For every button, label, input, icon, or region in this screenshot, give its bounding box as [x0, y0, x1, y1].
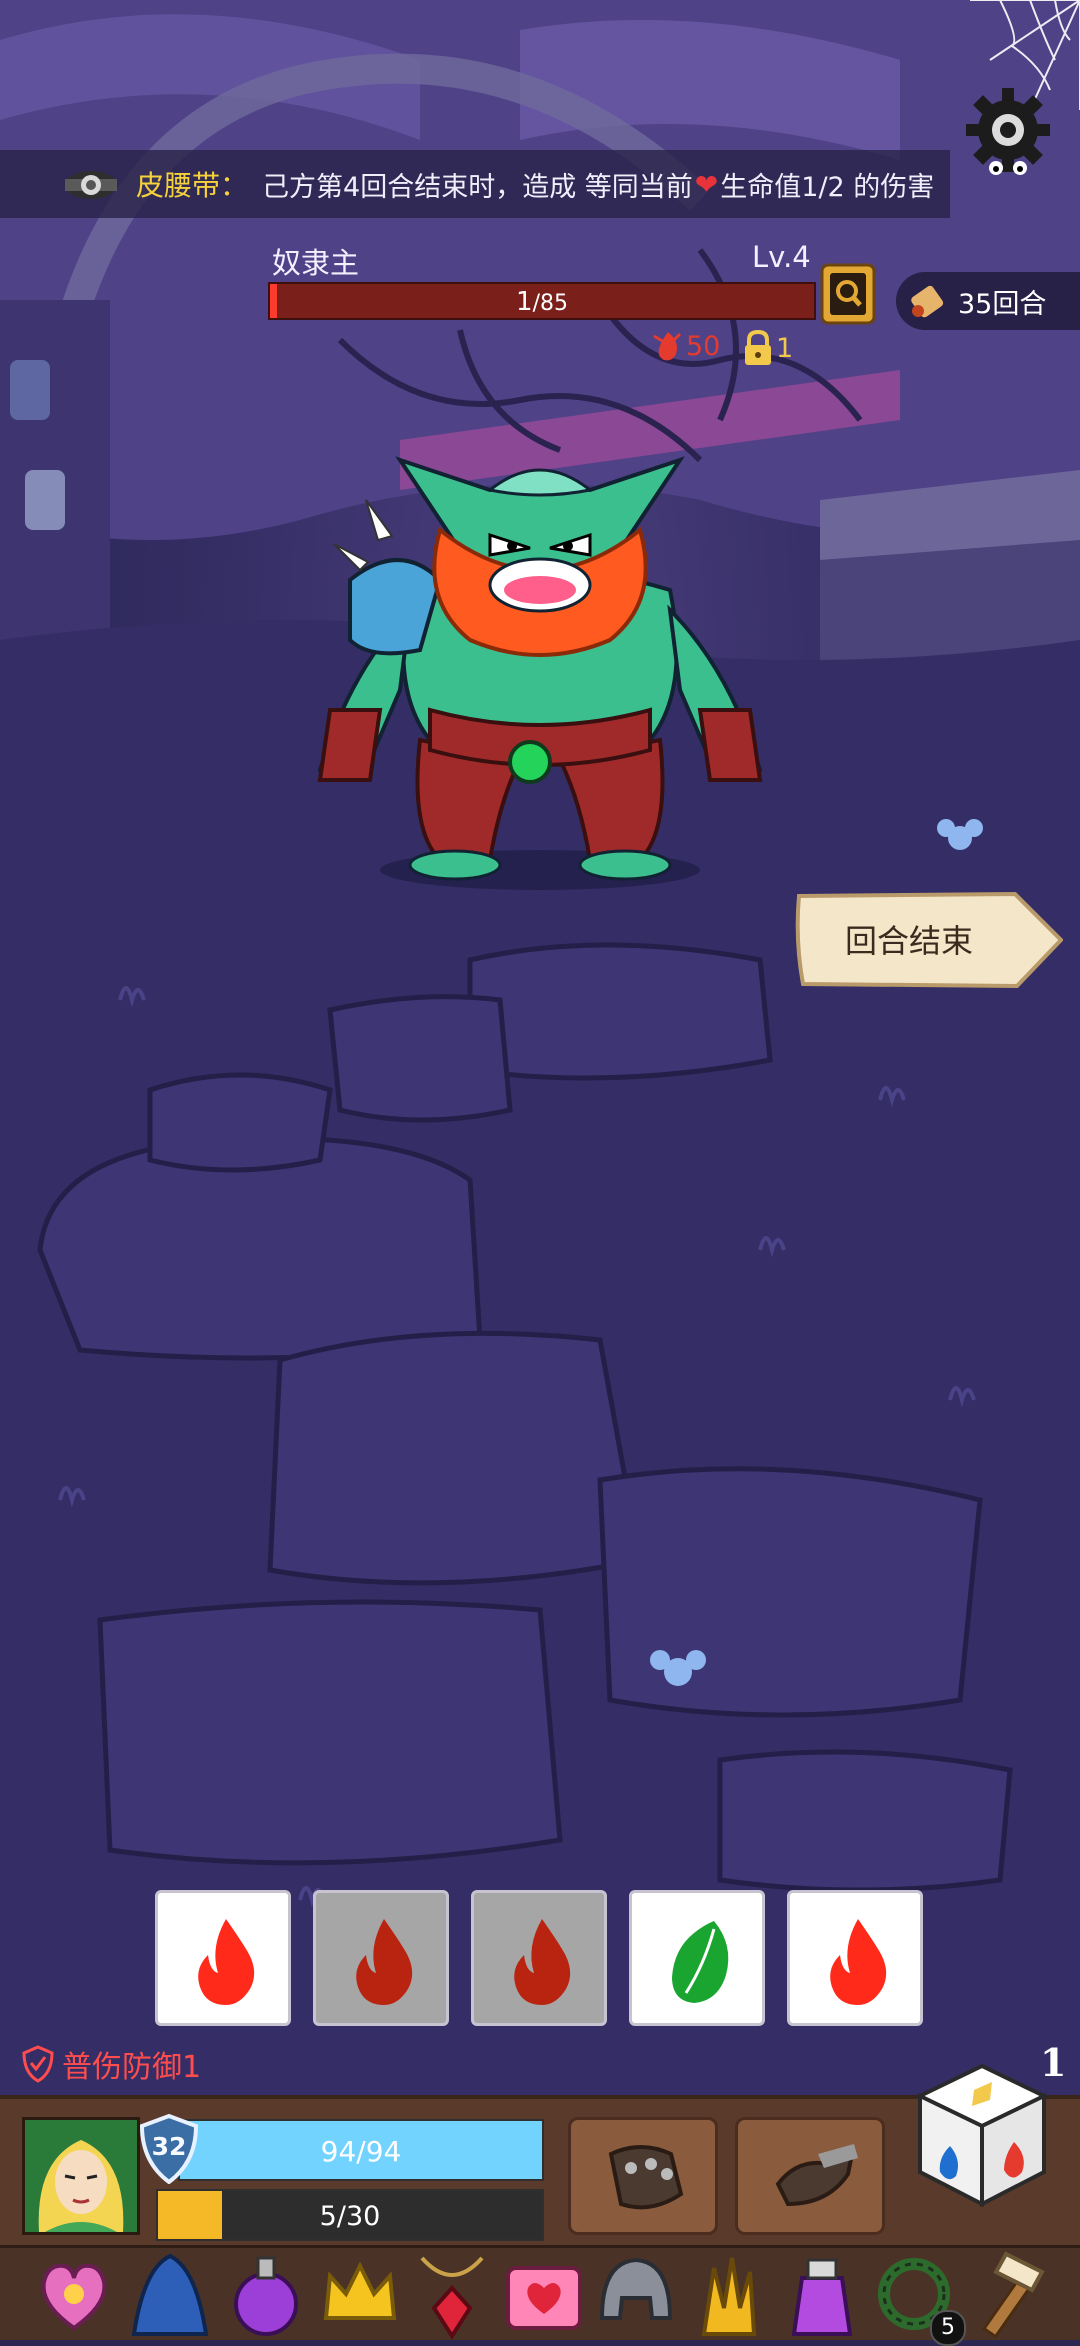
- player-avatar[interactable]: [22, 2117, 140, 2235]
- inventory-slot-2[interactable]: [126, 2248, 214, 2340]
- enemy-hp-max: /85: [532, 291, 568, 316]
- fire-icon: [514, 1919, 571, 2005]
- enemy-lock-stat: 1: [740, 328, 793, 368]
- blue-cloak-icon: [131, 2253, 209, 2336]
- potion-jar-icon: [791, 2258, 853, 2336]
- player-level: 32: [151, 2132, 187, 2161]
- scroll-icon: [911, 285, 944, 318]
- inventory-slot-3[interactable]: [222, 2248, 310, 2340]
- settings-button[interactable]: [958, 80, 1058, 180]
- inventory-slot-10[interactable]: 5: [870, 2248, 966, 2346]
- enemy-attack-stat: 50: [650, 328, 720, 364]
- skill-slot-1[interactable]: [568, 2117, 718, 2235]
- purple-potion-icon: [234, 2256, 298, 2336]
- enemy-hp-bar: 1/85: [268, 282, 816, 320]
- round-counter: 35回合: [896, 272, 1080, 330]
- end-turn-label: 回合结束: [844, 922, 973, 960]
- shield-icon: [22, 2045, 54, 2083]
- lock-icon: [745, 329, 771, 365]
- heart-amulet-icon: [41, 2263, 107, 2331]
- end-turn-button[interactable]: 回合结束: [795, 890, 1064, 990]
- enemy-hp-text: 1/85: [270, 287, 814, 317]
- fire-icon: [830, 1919, 887, 2005]
- enemy-attack-value: 50: [686, 330, 721, 362]
- inventory-slot-11[interactable]: [966, 2248, 1054, 2340]
- relic-name: 皮腰带: [136, 169, 221, 202]
- hammer-icon: [981, 2251, 1045, 2339]
- gauntlet-icon: [608, 2145, 684, 2210]
- leaf-icon: [672, 1921, 729, 2003]
- enemy-level: Lv.4: [752, 240, 811, 274]
- player-energy-bar: 5/30: [156, 2189, 544, 2241]
- die-slot-3[interactable]: [471, 1890, 607, 2026]
- relic-description-b: 生命值1/2 的伤害: [720, 171, 935, 203]
- enemy-info-icon: [820, 263, 876, 325]
- player-energy-text: 5/30: [319, 2201, 381, 2232]
- round-counter-label: 35回合: [958, 288, 1047, 320]
- dice-tray: [155, 1890, 935, 2026]
- die-slot-2[interactable]: [313, 1890, 449, 2026]
- attack-icon: [653, 332, 682, 361]
- relic-colon: ：: [220, 169, 249, 202]
- inventory-slot-4[interactable]: [316, 2248, 404, 2340]
- fire-icon: [198, 1919, 255, 2005]
- die-slot-5[interactable]: [787, 1890, 923, 2026]
- crown-icon: [323, 2261, 397, 2320]
- player-level-badge: 32: [138, 2113, 200, 2185]
- inventory-slot-1[interactable]: [30, 2248, 118, 2340]
- player-hp-bar: 94/94: [178, 2119, 544, 2181]
- hero-portrait: [25, 2120, 137, 2232]
- inventory-slot-5[interactable]: [408, 2248, 496, 2340]
- gear-icon: [966, 88, 1050, 175]
- defense-status: 普伤防御1: [20, 2042, 201, 2086]
- belt-icon: [65, 171, 117, 199]
- roll-dice-button[interactable]: [912, 2060, 1052, 2210]
- golden-claw-icon: [701, 2257, 757, 2336]
- inventory-slot-9[interactable]: [778, 2248, 866, 2340]
- relic-inventory-bar: 5: [0, 2245, 1080, 2346]
- player-hp-text: 94/94: [320, 2135, 402, 2168]
- inventory-slot-8[interactable]: [684, 2248, 772, 2340]
- skill-slot-2[interactable]: [735, 2117, 885, 2235]
- heart-icon: ❤: [694, 167, 719, 201]
- defense-label: 普伤防御1: [62, 2050, 202, 2085]
- enemy-lock-value: 1: [776, 332, 794, 364]
- heart-chest-icon: [506, 2266, 582, 2330]
- slaver-enemy-sprite[interactable]: [290, 440, 790, 890]
- inventory-slot-7[interactable]: [592, 2248, 680, 2340]
- die-slot-1[interactable]: [155, 1890, 291, 2026]
- enemy-hp-current: 1: [516, 287, 533, 317]
- iron-helmet-icon: [599, 2257, 673, 2320]
- fire-icon: [356, 1919, 413, 2005]
- die-slot-4[interactable]: [629, 1890, 765, 2026]
- inventory-slot-6[interactable]: [500, 2248, 588, 2340]
- smash-icon: [775, 2144, 858, 2207]
- enemy-name: 奴隶主: [272, 246, 360, 280]
- relic-description-a: 己方第4回合结束时，造成 等同当前: [262, 171, 693, 203]
- ruby-necklace-icon: [420, 2256, 484, 2340]
- enemy-info-button[interactable]: [820, 263, 876, 325]
- inventory-count-badge: 5: [930, 2310, 966, 2346]
- relic-effect-banner: 皮腰带 ： 己方第4回合结束时，造成 等同当前 ❤ 生命值1/2 的伤害: [0, 150, 950, 218]
